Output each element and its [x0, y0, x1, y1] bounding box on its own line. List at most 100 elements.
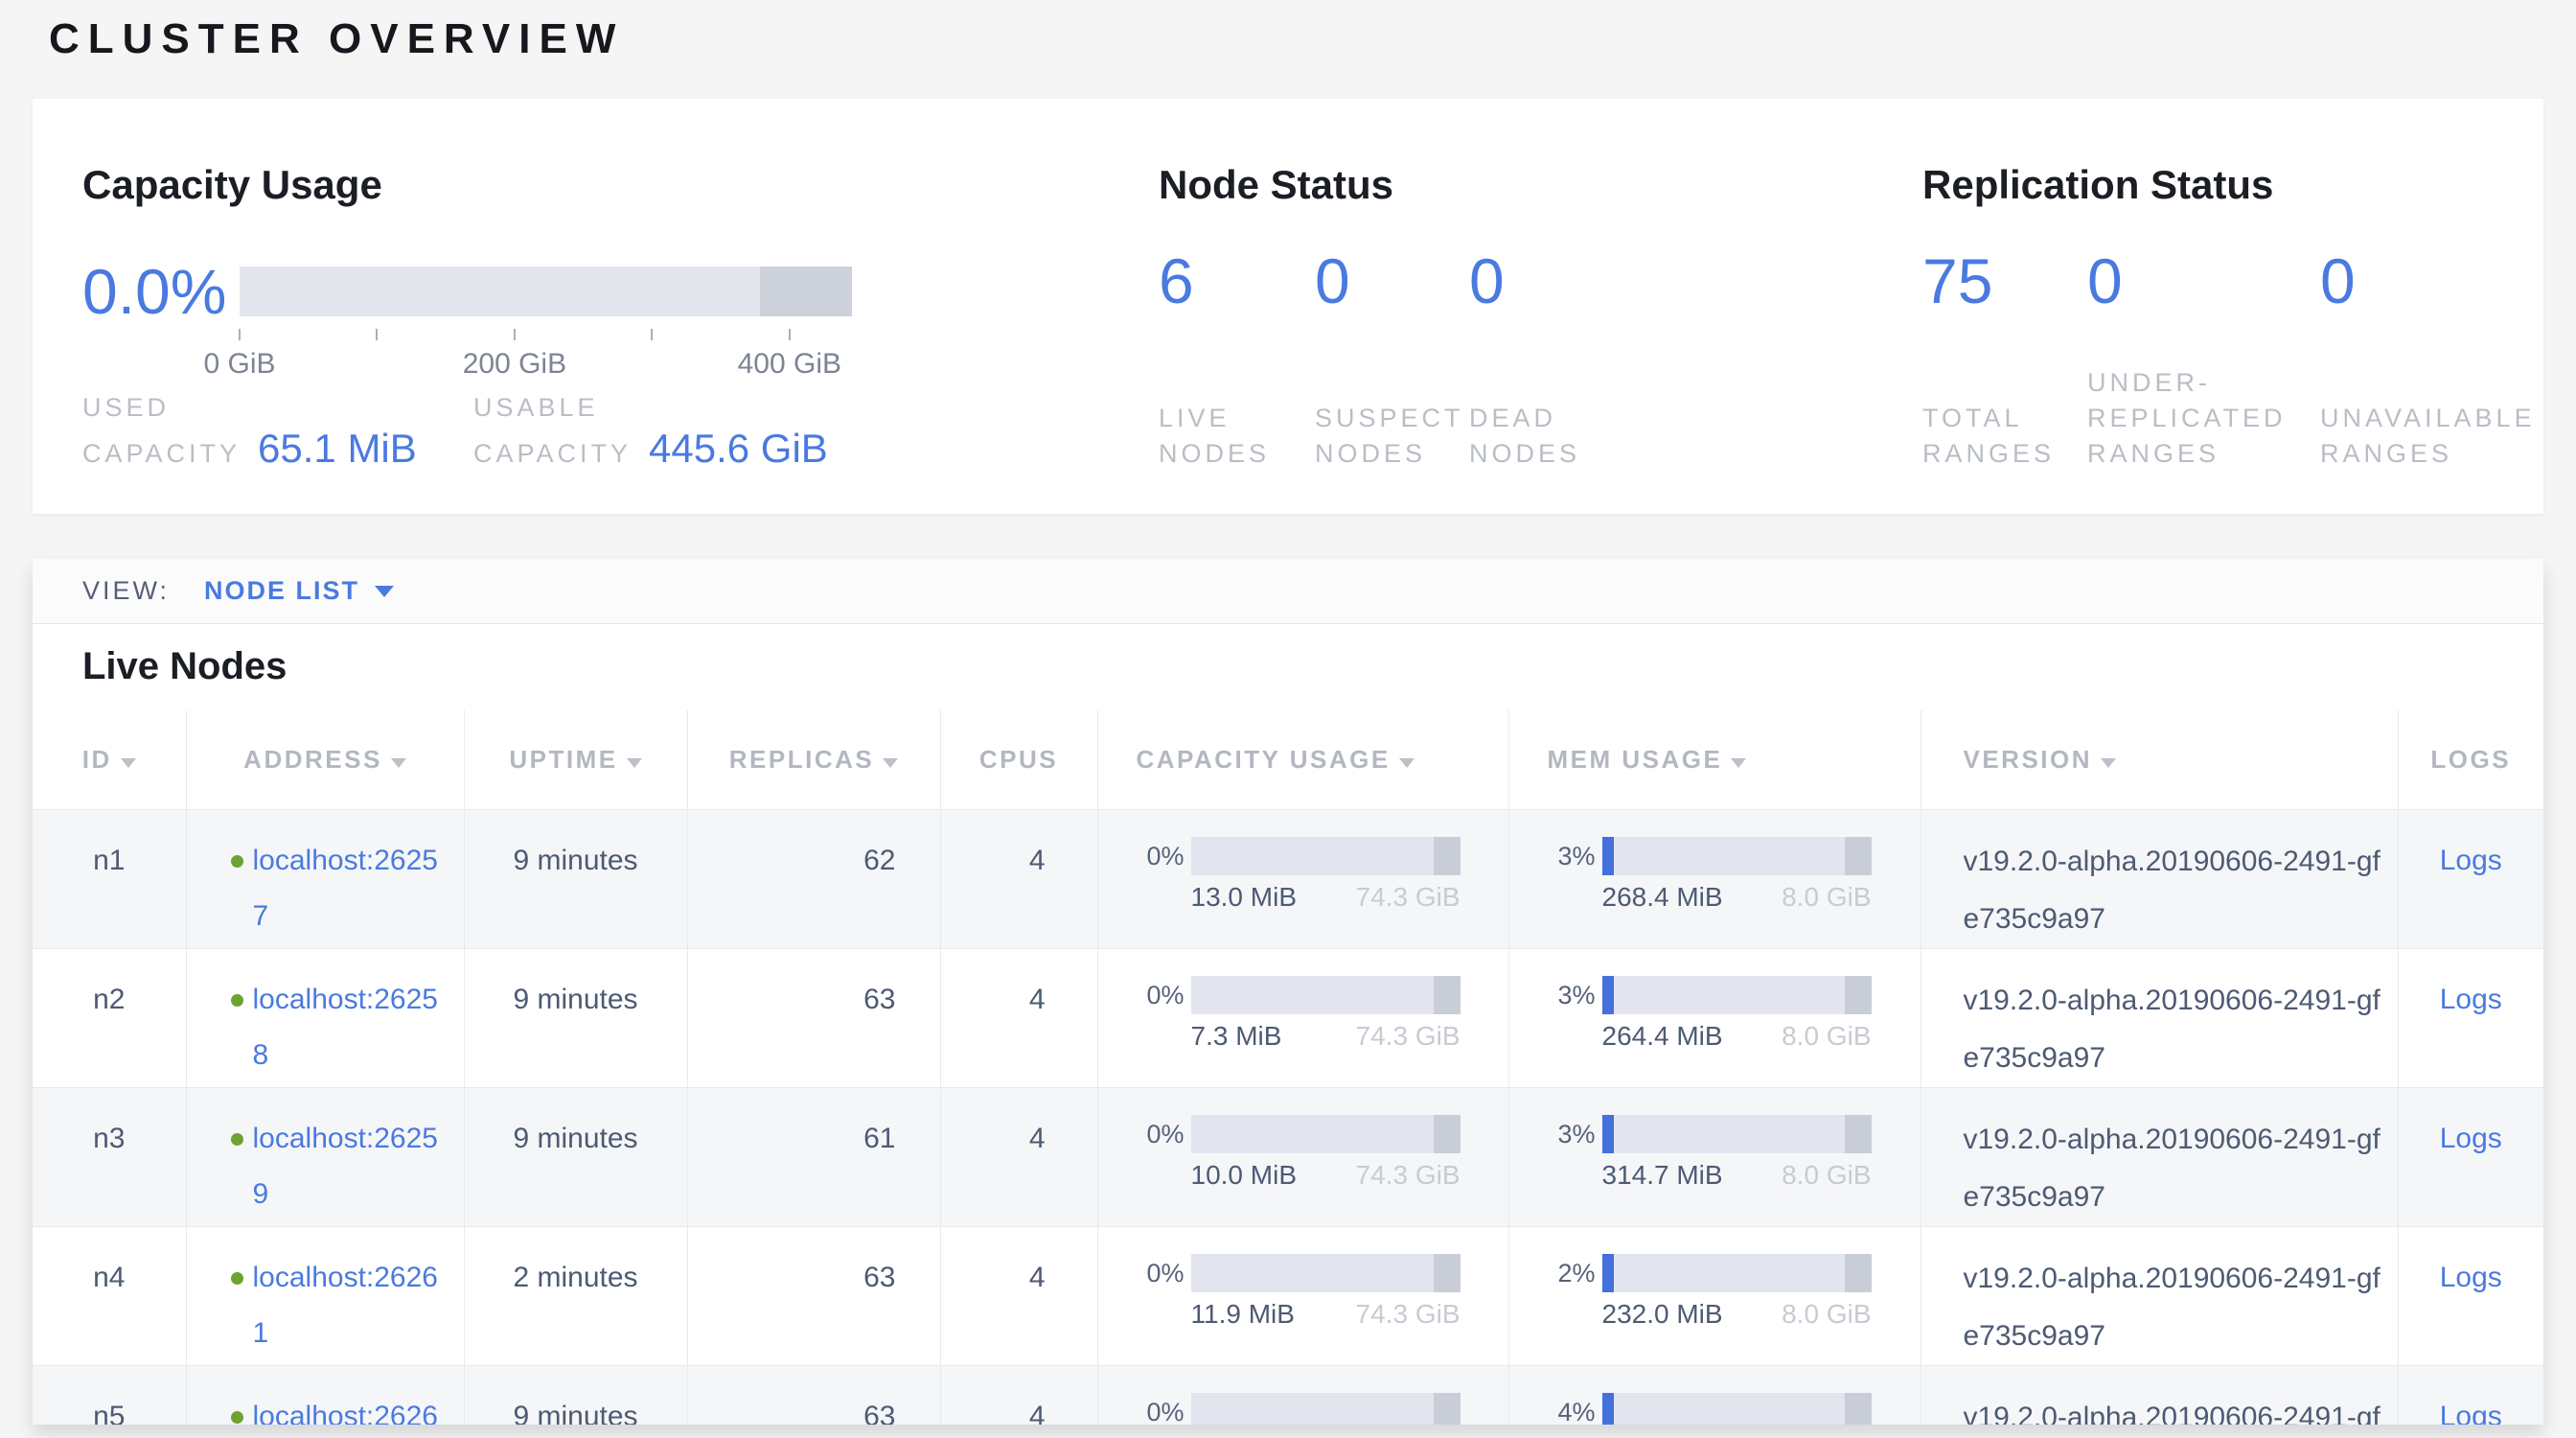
cell-memory: 3%268.4 MiB8.0 GiB — [1508, 809, 1920, 948]
axis-tick — [239, 329, 241, 340]
version-text: v19.2.0-alpha.20190606-2491-gfe735c9a97 — [1921, 833, 2381, 948]
column-header-label: LOGS — [2430, 745, 2511, 774]
node-address-link[interactable]: localhost:26259 — [253, 1111, 449, 1222]
column-header-memory[interactable]: MEM USAGE — [1508, 710, 1920, 809]
chevron-down-icon — [375, 586, 394, 597]
version-text: v19.2.0-alpha.20190606-2491-gfe735c9a97 — [1921, 1389, 2381, 1426]
cell-node-id: n3 — [33, 1087, 186, 1226]
version-text: v19.2.0-alpha.20190606-2491-gfe735c9a97 — [1921, 1250, 2381, 1365]
cell-address: localhost:26259 — [186, 1087, 464, 1226]
version-text: v19.2.0-alpha.20190606-2491-gfe735c9a97 — [1921, 1111, 2381, 1226]
cell-memory: 3%264.4 MiB8.0 GiB — [1508, 948, 1920, 1087]
cell-version: v19.2.0-alpha.20190606-2491-gfe735c9a97 — [1920, 1226, 2398, 1365]
usable-capacity-value: 445.6 GiB — [649, 426, 828, 472]
capacity-usage-bar — [1191, 837, 1460, 875]
usable-capacity-label-line1: USABLE — [473, 389, 864, 426]
node-live-dot-icon — [231, 1272, 243, 1285]
memory-percent-label: 3% — [1548, 976, 1596, 1051]
capacity-bar-axis: 0 GiB200 GiB400 GiB — [240, 329, 852, 396]
column-header-label: VERSION — [1964, 745, 2093, 774]
logs-link[interactable]: Logs — [2440, 1401, 2502, 1426]
capacity-bar-dark-segment — [1434, 837, 1460, 875]
memory-usage-fill — [1602, 1254, 1614, 1292]
cell-version: v19.2.0-alpha.20190606-2491-gfe735c9a97 — [1920, 1365, 2398, 1425]
sort-caret-icon — [883, 758, 898, 768]
stat-label: TOTALRANGES — [1922, 401, 2087, 472]
node-live-dot-icon — [231, 855, 243, 868]
column-header-label: REPLICAS — [729, 745, 874, 774]
view-bar: VIEW: NODE LIST — [33, 559, 2543, 624]
cell-address: localhost:26257 — [186, 809, 464, 948]
logs-link[interactable]: Logs — [2440, 1123, 2502, 1154]
cell-uptime: 9 minutes — [464, 948, 687, 1087]
column-header-label: MEM USAGE — [1548, 745, 1723, 774]
column-header-replicas[interactable]: REPLICAS — [687, 710, 940, 809]
logs-link[interactable]: Logs — [2440, 1262, 2502, 1293]
used-capacity-label-line2: CAPACITY — [82, 435, 241, 472]
node-address-link[interactable]: localhost:26262 — [253, 1389, 449, 1426]
logs-link[interactable]: Logs — [2440, 984, 2502, 1015]
stat-label: UNAVAILABLERANGES — [2320, 401, 2569, 472]
capacity-used-value: 7.3 MiB — [1191, 1022, 1282, 1051]
replication-status-title: Replication Status — [1922, 162, 2273, 208]
capacity-usage-section: Capacity Usage 0.0% 0 GiB200 GiB400 GiB … — [82, 99, 1117, 514]
table-row: n5localhost:262629 minutes6340%12.4 MiB7… — [33, 1365, 2543, 1425]
table-row: n2localhost:262589 minutes6340%7.3 MiB74… — [33, 948, 2543, 1087]
memory-total-value: 8.0 GiB — [1782, 883, 1871, 912]
stat-value: 0 — [1315, 244, 1469, 317]
capacity-percent-label: 0% — [1137, 1115, 1184, 1190]
column-header-capacity[interactable]: CAPACITY USAGE — [1097, 710, 1508, 809]
node-address-link[interactable]: localhost:26258 — [253, 972, 449, 1083]
cell-capacity: 0%12.4 MiB74.3 GiB — [1097, 1365, 1508, 1425]
column-header-id[interactable]: ID — [33, 710, 186, 809]
memory-total-value: 8.0 GiB — [1782, 1161, 1871, 1190]
capacity-bar-dark-segment — [1434, 1393, 1460, 1426]
capacity-total-value: 74.3 GiB — [1356, 1300, 1460, 1329]
sort-caret-icon — [391, 758, 406, 768]
node-address-link[interactable]: localhost:26261 — [253, 1250, 449, 1361]
cell-replicas: 63 — [687, 1365, 940, 1425]
cell-address: localhost:26258 — [186, 948, 464, 1087]
column-header-label: UPTIME — [509, 745, 617, 774]
node-status-section: Node Status 600 LIVENODESSUSPECTNODESDEA… — [1159, 99, 1887, 514]
usable-capacity-label-line2: CAPACITY — [473, 435, 632, 472]
sort-caret-icon — [1731, 758, 1746, 768]
view-selector-dropdown[interactable]: NODE LIST — [204, 576, 394, 606]
memory-bar-dark-segment — [1845, 976, 1872, 1014]
table-header-row: ID ADDRESS UPTIME REPLICAS CPUSCAPACITY USAG… — [33, 710, 2543, 809]
stat-value: 0 — [2320, 244, 2569, 317]
capacity-usage-title: Capacity Usage — [82, 162, 382, 208]
cell-replicas: 63 — [687, 948, 940, 1087]
cell-logs: Logs — [2398, 1087, 2543, 1226]
stat-value: 0 — [2087, 244, 2320, 317]
cell-cpus: 4 — [940, 809, 1097, 948]
column-header-cpus: CPUS — [940, 710, 1097, 809]
node-address-link[interactable]: localhost:26257 — [253, 833, 449, 944]
version-text: v19.2.0-alpha.20190606-2491-gfe735c9a97 — [1921, 972, 2381, 1087]
cell-cpus: 4 — [940, 948, 1097, 1087]
cell-uptime: 9 minutes — [464, 809, 687, 948]
capacity-percent-value: 0.0% — [82, 255, 226, 328]
axis-tick — [376, 329, 378, 340]
memory-usage-bar — [1602, 976, 1872, 1014]
cell-uptime: 9 minutes — [464, 1365, 687, 1425]
column-header-uptime[interactable]: UPTIME — [464, 710, 687, 809]
cell-capacity: 0%10.0 MiB74.3 GiB — [1097, 1087, 1508, 1226]
logs-link[interactable]: Logs — [2440, 845, 2502, 876]
capacity-bar-dark-segment — [1434, 976, 1460, 1014]
sort-caret-icon — [121, 758, 136, 768]
memory-usage-fill — [1602, 1393, 1614, 1426]
capacity-bar — [240, 267, 852, 316]
column-header-label: ID — [82, 745, 112, 774]
capacity-usage-bar — [1191, 1254, 1460, 1292]
stat-value: 75 — [1922, 244, 2087, 317]
memory-total-value: 8.0 GiB — [1782, 1300, 1871, 1329]
sort-caret-icon — [1399, 758, 1414, 768]
live-nodes-title: Live Nodes — [82, 645, 2543, 688]
cell-logs: Logs — [2398, 1226, 2543, 1365]
column-header-version[interactable]: VERSION — [1920, 710, 2398, 809]
column-header-address[interactable]: ADDRESS — [186, 710, 464, 809]
capacity-usage-bar — [1191, 1115, 1460, 1153]
memory-percent-label: 3% — [1548, 837, 1596, 912]
capacity-total-value: 74.3 GiB — [1356, 883, 1460, 912]
